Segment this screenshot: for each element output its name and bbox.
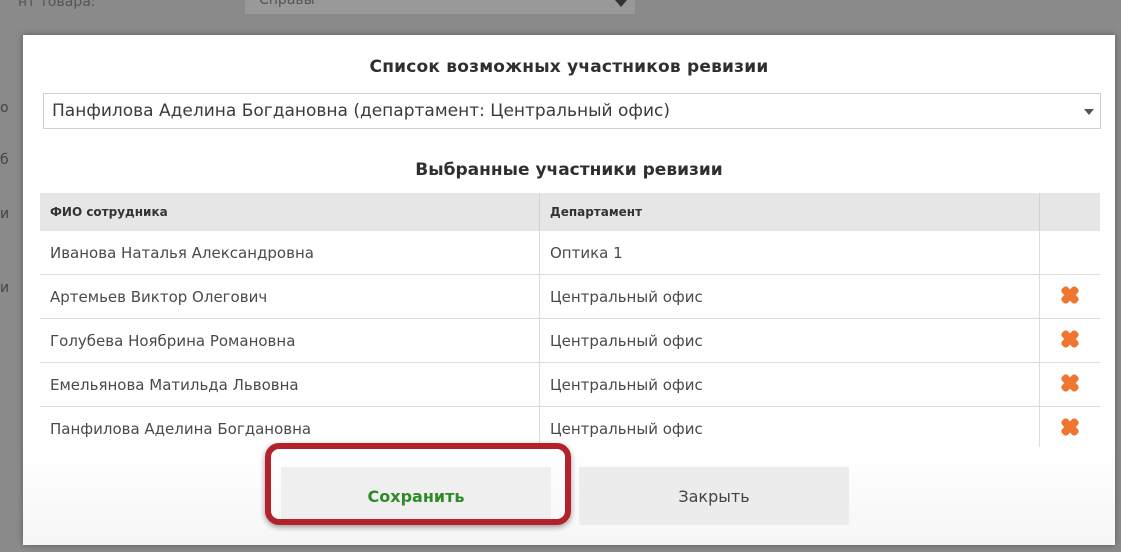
employee-name-cell: Голубева Ноябрина Романовна (40, 318, 540, 363)
department-cell: Центральный офис (539, 406, 1040, 450)
dialog-footer (23, 447, 1115, 545)
actions-cell (1039, 406, 1100, 450)
table-row: Емельянова Матильда Львовна Центральный … (40, 362, 1100, 407)
table-row: Голубева Ноябрина Романовна Центральный … (40, 318, 1100, 363)
background-side-letter: б (0, 152, 9, 168)
participant-select[interactable]: Панфилова Аделина Богдановна (департамен… (43, 93, 1101, 129)
participant-select-value: Панфилова Аделина Богдановна (департамен… (52, 101, 670, 121)
chevron-down-icon (615, 0, 627, 7)
background-side-letter: и (0, 206, 10, 222)
column-header-name: ФИО сотрудника (40, 193, 540, 231)
employee-name-cell: Панфилова Аделина Богдановна (40, 406, 540, 450)
table-row: Иванова Наталья Александровна Оптика 1 (40, 231, 1100, 275)
delete-x-icon[interactable] (1059, 416, 1081, 438)
department-cell: Центральный офис (539, 318, 1040, 363)
column-header-department: Департамент (539, 193, 1040, 231)
department-cell: Центральный офис (539, 362, 1040, 407)
table-row: Панфилова Аделина Богдановна Центральный… (40, 406, 1100, 450)
save-button[interactable]: Сохранить (281, 467, 551, 525)
participants-table: ФИО сотрудника Департамент Иванова Натал… (40, 193, 1100, 450)
revision-participants-dialog: Список возможных участников ревизии Панф… (23, 35, 1115, 545)
background-side-letter: и (0, 280, 10, 296)
actions-cell (1039, 274, 1100, 319)
chevron-down-icon[interactable] (1084, 109, 1094, 115)
table-header-row: ФИО сотрудника Департамент (40, 193, 1100, 231)
actions-cell (1040, 231, 1101, 275)
background-select: Справы (245, 0, 635, 14)
department-cell: Центральный офис (539, 274, 1040, 319)
selected-participants-heading: Выбранные участники ревизии (415, 160, 723, 180)
delete-x-icon[interactable] (1059, 328, 1081, 350)
employee-name-cell: Емельянова Матильда Львовна (40, 362, 540, 407)
actions-cell (1039, 318, 1100, 363)
department-cell: Оптика 1 (539, 231, 1040, 275)
background-select-value: Справы (259, 0, 315, 8)
dialog-title: Список возможных участников ревизии (369, 57, 769, 77)
background-field-label: нт товара: (18, 0, 96, 10)
employee-name-cell: Артемьев Виктор Олегович (40, 274, 540, 319)
close-button[interactable]: Закрыть (579, 467, 849, 525)
actions-cell (1039, 362, 1100, 407)
delete-x-icon[interactable] (1059, 284, 1081, 306)
background-side-letter: о (0, 100, 9, 116)
column-header-actions (1039, 193, 1100, 231)
delete-x-icon[interactable] (1059, 372, 1081, 394)
table-row: Артемьев Виктор Олегович Центральный офи… (40, 274, 1100, 319)
employee-name-cell: Иванова Наталья Александровна (40, 231, 540, 275)
